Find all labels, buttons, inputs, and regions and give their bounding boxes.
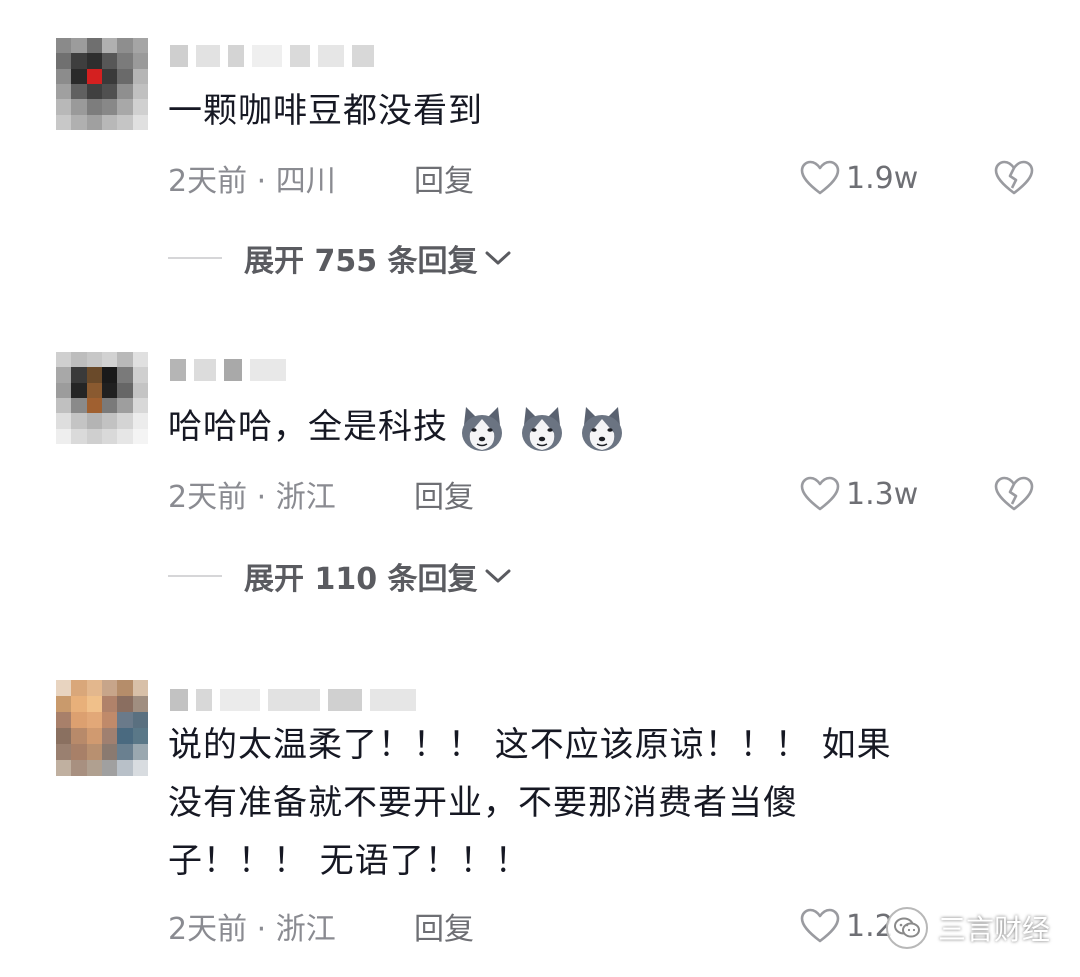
expand-replies-label: 展开 755 条回复 <box>244 244 478 279</box>
username-blurred[interactable] <box>170 352 530 388</box>
wechat-icon <box>886 907 928 949</box>
expand-replies-button[interactable]: 展开 110 条回复 <box>168 556 512 597</box>
heart-icon <box>800 476 840 511</box>
husky-face-icon <box>582 406 622 451</box>
reply-button[interactable]: 回复 <box>414 904 474 948</box>
like-button[interactable]: 1.9w <box>800 158 918 198</box>
watermark: 三言财经 <box>886 906 1050 950</box>
watermark-text: 三言财经 <box>938 913 1051 946</box>
dislike-button[interactable] <box>994 474 1034 514</box>
avatar[interactable] <box>56 352 148 444</box>
chevron-down-icon <box>485 251 511 265</box>
comment-text: 一颗咖啡豆都没看到 <box>168 91 483 131</box>
chevron-down-icon <box>485 569 511 583</box>
divider-line <box>168 575 222 577</box>
heart-icon <box>800 908 840 943</box>
comment-text: 说的太温柔了！！！ 这不应该原谅！！！ 如果 没有准备就不要开业，不要那消费者当… <box>168 725 892 881</box>
husky-face-icon <box>522 406 562 451</box>
like-button[interactable]: 1.2 <box>800 906 894 946</box>
username-blurred[interactable] <box>170 38 530 74</box>
heart-icon <box>800 160 840 195</box>
like-count: 1.9w <box>846 160 919 196</box>
comment-text: 哈哈哈，全是科技 <box>168 398 1028 456</box>
expand-replies-label: 展开 110 条回复 <box>244 562 478 597</box>
avatar[interactable] <box>56 680 148 776</box>
expand-replies-button[interactable]: 展开 755 条回复 <box>168 238 512 279</box>
broken-heart-icon <box>994 160 1034 195</box>
like-count: 1.3w <box>846 476 919 512</box>
comment-time-location: 2天前 · 浙江 <box>168 912 336 947</box>
comment-time-location: 2天前 · 四川 <box>168 164 336 199</box>
username-blurred[interactable] <box>170 682 530 718</box>
like-button[interactable]: 1.3w <box>800 474 918 514</box>
avatar[interactable] <box>56 38 148 130</box>
dislike-button[interactable] <box>994 158 1034 198</box>
comment-text-content: 哈哈哈，全是科技 <box>168 407 448 447</box>
reply-button[interactable]: 回复 <box>414 156 474 200</box>
reply-button[interactable]: 回复 <box>414 472 474 516</box>
emoji-group <box>448 406 628 451</box>
comment-time-location: 2天前 · 浙江 <box>168 480 336 515</box>
broken-heart-icon <box>994 476 1034 511</box>
husky-face-icon <box>462 406 502 451</box>
divider-line <box>168 257 222 259</box>
